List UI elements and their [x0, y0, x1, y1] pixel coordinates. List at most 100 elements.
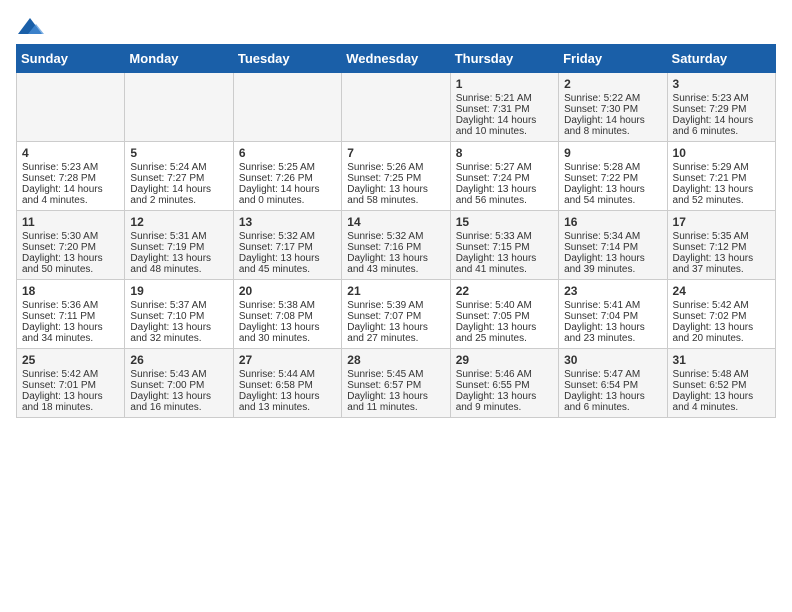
- cell-line: Sunrise: 5:45 AM: [347, 369, 444, 380]
- cell-line: Sunset: 6:52 PM: [673, 380, 770, 391]
- cell-line: Sunset: 6:57 PM: [347, 380, 444, 391]
- weekday-header-monday: Monday: [125, 45, 233, 73]
- calendar-cell: 5Sunrise: 5:24 AMSunset: 7:27 PMDaylight…: [125, 142, 233, 211]
- day-number: 16: [564, 215, 661, 229]
- cell-line: Sunset: 7:21 PM: [673, 173, 770, 184]
- cell-line: Sunrise: 5:39 AM: [347, 300, 444, 311]
- day-number: 24: [673, 284, 770, 298]
- cell-line: Sunset: 7:30 PM: [564, 104, 661, 115]
- cell-line: Sunrise: 5:41 AM: [564, 300, 661, 311]
- day-number: 19: [130, 284, 227, 298]
- cell-line: and 2 minutes.: [130, 195, 227, 206]
- cell-line: Sunset: 7:29 PM: [673, 104, 770, 115]
- cell-line: Sunrise: 5:46 AM: [456, 369, 553, 380]
- calendar-cell: 7Sunrise: 5:26 AMSunset: 7:25 PMDaylight…: [342, 142, 450, 211]
- cell-line: Sunrise: 5:36 AM: [22, 300, 119, 311]
- cell-line: Daylight: 13 hours: [673, 391, 770, 402]
- cell-line: Daylight: 14 hours: [130, 184, 227, 195]
- cell-line: Daylight: 13 hours: [22, 391, 119, 402]
- cell-line: Sunrise: 5:34 AM: [564, 231, 661, 242]
- cell-line: and 37 minutes.: [673, 264, 770, 275]
- calendar-cell: 8Sunrise: 5:27 AMSunset: 7:24 PMDaylight…: [450, 142, 558, 211]
- cell-line: Daylight: 14 hours: [456, 115, 553, 126]
- calendar-table: SundayMondayTuesdayWednesdayThursdayFrid…: [16, 44, 776, 418]
- cell-line: and 39 minutes.: [564, 264, 661, 275]
- weekday-header-tuesday: Tuesday: [233, 45, 341, 73]
- cell-line: Daylight: 13 hours: [347, 184, 444, 195]
- cell-line: and 18 minutes.: [22, 402, 119, 413]
- week-row-5: 25Sunrise: 5:42 AMSunset: 7:01 PMDayligh…: [17, 349, 776, 418]
- cell-line: and 34 minutes.: [22, 333, 119, 344]
- cell-line: Sunrise: 5:42 AM: [22, 369, 119, 380]
- cell-line: Sunset: 7:20 PM: [22, 242, 119, 253]
- cell-line: and 13 minutes.: [239, 402, 336, 413]
- calendar-cell: 13Sunrise: 5:32 AMSunset: 7:17 PMDayligh…: [233, 211, 341, 280]
- cell-line: Sunrise: 5:25 AM: [239, 162, 336, 173]
- cell-line: Daylight: 13 hours: [22, 253, 119, 264]
- cell-line: Sunrise: 5:28 AM: [564, 162, 661, 173]
- cell-line: and 10 minutes.: [456, 126, 553, 137]
- logo: [16, 16, 48, 38]
- calendar-cell: 6Sunrise: 5:25 AMSunset: 7:26 PMDaylight…: [233, 142, 341, 211]
- cell-line: Sunset: 6:54 PM: [564, 380, 661, 391]
- cell-line: and 6 minutes.: [564, 402, 661, 413]
- day-number: 22: [456, 284, 553, 298]
- day-number: 26: [130, 353, 227, 367]
- weekday-header-friday: Friday: [559, 45, 667, 73]
- cell-line: Daylight: 13 hours: [347, 391, 444, 402]
- calendar-cell: [342, 73, 450, 142]
- day-number: 3: [673, 77, 770, 91]
- calendar-cell: 9Sunrise: 5:28 AMSunset: 7:22 PMDaylight…: [559, 142, 667, 211]
- calendar-cell: 19Sunrise: 5:37 AMSunset: 7:10 PMDayligh…: [125, 280, 233, 349]
- cell-line: Sunrise: 5:47 AM: [564, 369, 661, 380]
- cell-line: and 23 minutes.: [564, 333, 661, 344]
- cell-line: and 54 minutes.: [564, 195, 661, 206]
- cell-line: Daylight: 14 hours: [564, 115, 661, 126]
- cell-line: Sunset: 7:05 PM: [456, 311, 553, 322]
- cell-line: Sunset: 7:07 PM: [347, 311, 444, 322]
- cell-line: Sunrise: 5:21 AM: [456, 93, 553, 104]
- cell-line: Sunrise: 5:35 AM: [673, 231, 770, 242]
- header: [16, 16, 776, 38]
- calendar-cell: 31Sunrise: 5:48 AMSunset: 6:52 PMDayligh…: [667, 349, 775, 418]
- day-number: 17: [673, 215, 770, 229]
- cell-line: Daylight: 13 hours: [239, 391, 336, 402]
- cell-line: Sunrise: 5:23 AM: [673, 93, 770, 104]
- cell-line: Sunrise: 5:32 AM: [347, 231, 444, 242]
- calendar-cell: 4Sunrise: 5:23 AMSunset: 7:28 PMDaylight…: [17, 142, 125, 211]
- day-number: 7: [347, 146, 444, 160]
- cell-line: Sunrise: 5:24 AM: [130, 162, 227, 173]
- calendar-cell: 17Sunrise: 5:35 AMSunset: 7:12 PMDayligh…: [667, 211, 775, 280]
- cell-line: and 20 minutes.: [673, 333, 770, 344]
- day-number: 8: [456, 146, 553, 160]
- day-number: 9: [564, 146, 661, 160]
- calendar-cell: 12Sunrise: 5:31 AMSunset: 7:19 PMDayligh…: [125, 211, 233, 280]
- cell-line: Daylight: 13 hours: [456, 253, 553, 264]
- cell-line: Sunset: 7:31 PM: [456, 104, 553, 115]
- calendar-cell: 30Sunrise: 5:47 AMSunset: 6:54 PMDayligh…: [559, 349, 667, 418]
- day-number: 12: [130, 215, 227, 229]
- cell-line: Daylight: 13 hours: [564, 322, 661, 333]
- cell-line: and 27 minutes.: [347, 333, 444, 344]
- cell-line: Daylight: 13 hours: [239, 253, 336, 264]
- cell-line: Sunset: 7:26 PM: [239, 173, 336, 184]
- day-number: 4: [22, 146, 119, 160]
- day-number: 5: [130, 146, 227, 160]
- calendar-cell: 11Sunrise: 5:30 AMSunset: 7:20 PMDayligh…: [17, 211, 125, 280]
- cell-line: Daylight: 13 hours: [564, 184, 661, 195]
- day-number: 14: [347, 215, 444, 229]
- cell-line: Sunrise: 5:44 AM: [239, 369, 336, 380]
- day-number: 13: [239, 215, 336, 229]
- weekday-header-sunday: Sunday: [17, 45, 125, 73]
- cell-line: and 52 minutes.: [673, 195, 770, 206]
- cell-line: Sunset: 6:58 PM: [239, 380, 336, 391]
- cell-line: Sunrise: 5:48 AM: [673, 369, 770, 380]
- cell-line: and 50 minutes.: [22, 264, 119, 275]
- cell-line: Sunset: 7:19 PM: [130, 242, 227, 253]
- calendar-cell: 16Sunrise: 5:34 AMSunset: 7:14 PMDayligh…: [559, 211, 667, 280]
- cell-line: Sunrise: 5:22 AM: [564, 93, 661, 104]
- cell-line: Sunset: 7:17 PM: [239, 242, 336, 253]
- cell-line: Sunrise: 5:42 AM: [673, 300, 770, 311]
- calendar-cell: 20Sunrise: 5:38 AMSunset: 7:08 PMDayligh…: [233, 280, 341, 349]
- weekday-header-wednesday: Wednesday: [342, 45, 450, 73]
